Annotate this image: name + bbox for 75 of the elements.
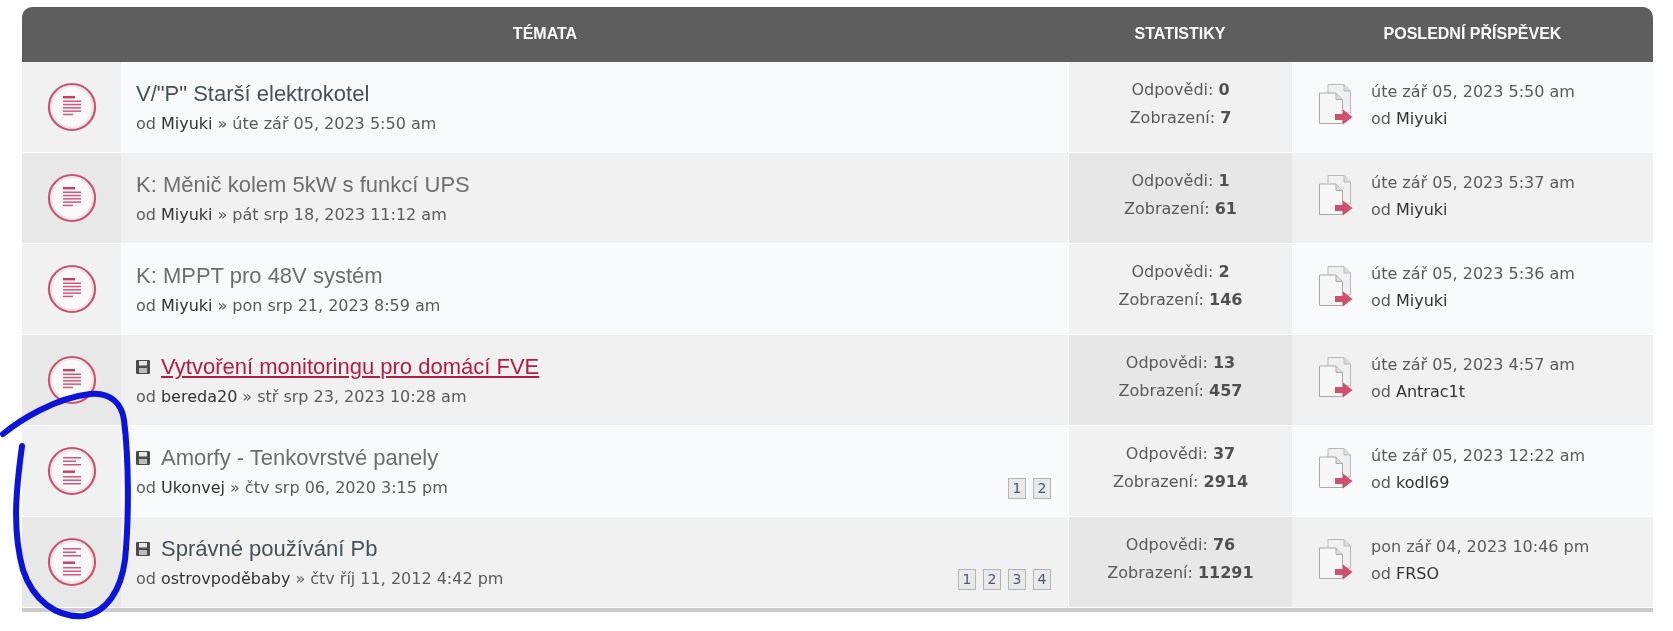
document-arrow-icon[interactable] [1318,538,1354,580]
post-date: úte zář 05, 2023 5:50 am [232,113,437,135]
separator-text: » [217,295,228,317]
by-label: od [1371,381,1391,403]
author-link[interactable]: bereda20 [160,386,238,408]
views-count: Zobrazení: 11291 [1107,562,1254,584]
last-post-date: úte zář 05, 2023 5:36 am [1371,263,1575,285]
page-link[interactable]: 1 [958,568,976,590]
topic-title-link[interactable]: K: MPPT pro 48V systém [136,261,383,291]
document-arrow-icon[interactable] [1318,83,1354,125]
page-link[interactable]: 1 [1008,477,1026,499]
by-label: od [136,477,156,499]
column-header: POSLEDNÍ PŘÍSPĚVEK [1383,23,1562,44]
author-link[interactable]: ostrovpoděbaby [160,568,291,590]
by-label: od [1371,472,1391,494]
by-label: od [1371,199,1391,221]
topic-title-link[interactable]: Správné používání Pb [161,534,378,564]
last-post-date: úte zář 05, 2023 5:50 am [1371,81,1575,103]
replies-count: Odpovědi: 1 [1131,170,1230,192]
by-label: od [1371,108,1391,130]
views-count: Zobrazení: 61 [1124,198,1237,220]
by-label: od [136,113,156,135]
topic-title-link[interactable]: V/"P" Starší elektrokotel [136,79,370,109]
page-link[interactable]: 2 [983,568,1001,590]
document-arrow-icon[interactable] [1318,447,1354,489]
page-link[interactable]: 3 [1008,568,1026,590]
document-arrow-icon[interactable] [1318,265,1354,307]
author-link[interactable]: Miyuki [1395,287,1448,314]
author-link[interactable]: FRSO [1395,560,1440,587]
separator-text: » [242,386,253,408]
post-date: čtv srp 06, 2020 3:15 pm [244,477,448,499]
column-header: TÉMATA [512,23,578,44]
separator-text: » [230,477,240,499]
author-link[interactable]: Miyuki [160,204,213,226]
author-link[interactable]: Miyuki [160,113,213,135]
replies-count: Odpovědi: 2 [1131,261,1230,283]
topic-title-link[interactable]: Amorfy - Tenkovrstvé panely [161,443,439,473]
separator-text: » [295,568,306,590]
post-date: čtv říj 11, 2012 4:42 pm [310,568,504,590]
views-count: Zobrazení: 2914 [1112,471,1249,493]
topic-title-link[interactable]: K: Měnič kolem 5kW s funkcí UPS [136,170,470,200]
replies-count: Odpovědi: 13 [1125,352,1236,374]
document-arrow-icon[interactable] [1318,356,1354,398]
replies-count: Odpovědi: 37 [1125,443,1236,465]
post-date: stř srp 23, 2023 10:28 am [257,386,467,408]
author-link[interactable]: kodl69 [1395,469,1450,496]
separator-text: » [217,113,228,135]
author-link[interactable]: Miyuki [1395,196,1448,223]
by-label: od [136,295,156,317]
views-count: Zobrazení: 146 [1118,289,1243,311]
views-count: Zobrazení: 7 [1129,107,1232,129]
by-label: od [136,204,156,226]
last-post-date: úte zář 05, 2023 12:22 am [1371,445,1586,467]
replies-count: Odpovědi: 0 [1131,79,1230,101]
author-link[interactable]: Antrac1t [1395,378,1465,405]
separator-text: » [217,204,228,226]
views-count: Zobrazení: 457 [1118,380,1243,402]
post-date: pát srp 18, 2023 11:12 am [232,204,447,226]
author-link[interactable]: Miyuki [160,295,213,317]
by-label: od [136,568,156,590]
document-arrow-icon[interactable] [1318,174,1354,216]
author-link[interactable]: Miyuki [1395,105,1448,132]
last-post-date: úte zář 05, 2023 5:37 am [1371,172,1575,194]
page-link[interactable]: 4 [1033,568,1051,590]
last-post-date: úte zář 05, 2023 4:57 am [1371,354,1575,376]
post-date: pon srp 21, 2023 8:59 am [232,295,441,317]
last-post-date: pon zář 04, 2023 10:46 pm [1371,536,1590,558]
page-link[interactable]: 2 [1033,477,1051,499]
by-label: od [1371,563,1391,585]
replies-count: Odpovědi: 76 [1125,534,1236,556]
author-link[interactable]: Ukonvej [160,477,226,499]
by-label: od [136,386,156,408]
by-label: od [1371,290,1391,312]
column-header: STATISTIKY [1134,23,1226,44]
topic-title-link[interactable]: Vytvoření monitoringu pro domácí FVE [161,352,540,382]
